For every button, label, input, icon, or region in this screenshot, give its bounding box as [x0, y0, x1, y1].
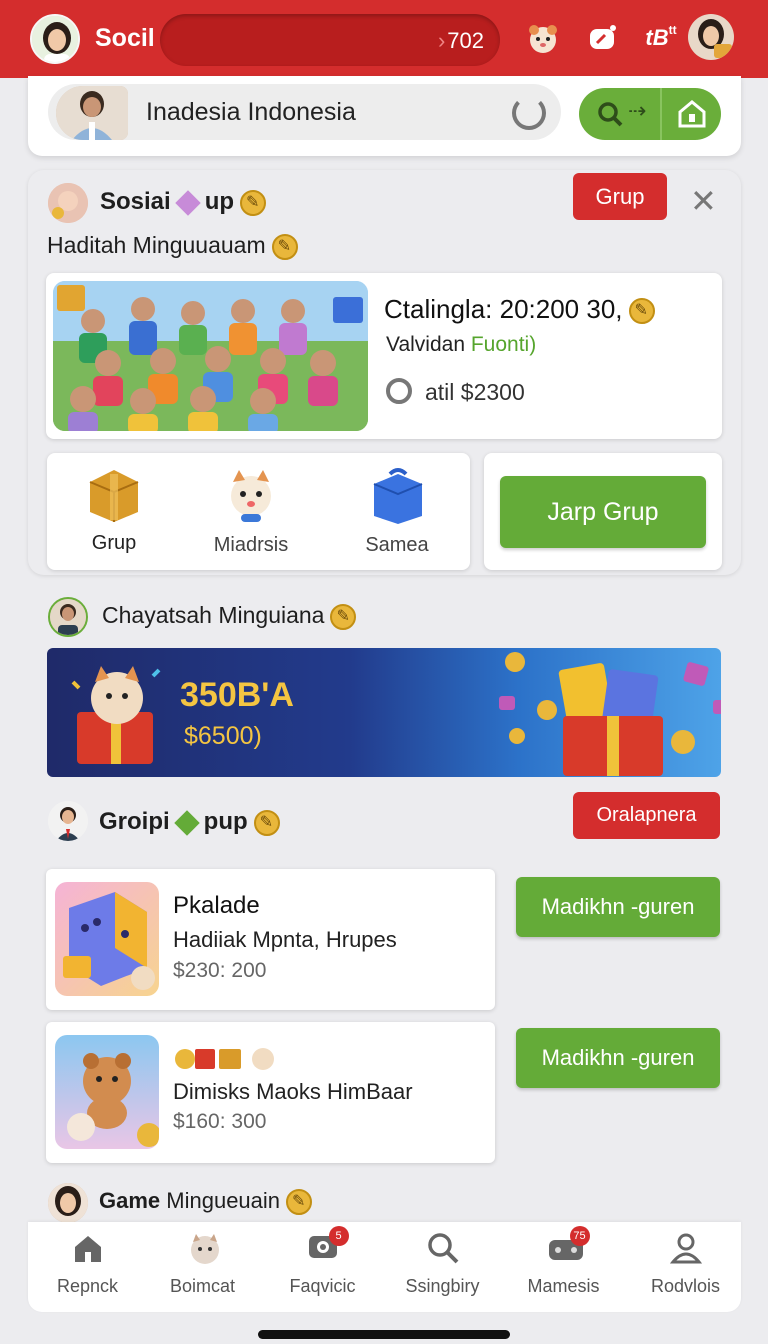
category-miadrsis[interactable]: Miadrsis — [191, 466, 311, 557]
points-counter: 702 — [447, 28, 484, 53]
app-title: Socil — [95, 24, 155, 52]
game-title: Game Mingueuain — [99, 1188, 313, 1216]
feature-subtitle: Valvidan Fuonti) — [386, 333, 537, 356]
banner-amount: 350B'A — [180, 676, 294, 714]
refresh-icon[interactable] — [512, 96, 546, 130]
search-avatar — [56, 86, 128, 140]
feature-title: Ctalingla: 20:200 30, — [384, 294, 655, 325]
nav-item-chat[interactable]: 5 Faqvicic — [263, 1226, 382, 1302]
groups-title: Groipi pup — [99, 808, 280, 836]
section-title: Sosiai up — [100, 188, 267, 216]
weekly-title: Chayatsah Minguiana — [102, 602, 357, 630]
section-subtitle: Haditah Minguuauam — [47, 232, 298, 260]
feature-price: atil $2300 — [425, 379, 525, 405]
home-indicator — [258, 1330, 510, 1339]
category-grup[interactable]: Grup — [54, 466, 174, 555]
pill-divider — [660, 88, 662, 140]
item-price: $230: 200 — [173, 959, 267, 982]
pet-icon — [187, 1232, 219, 1264]
item-desc: Hadiiak Mpnta, Hrupes — [173, 927, 397, 952]
hashtag-icon[interactable]: tB tt — [638, 18, 676, 58]
chat-icon: 5 — [307, 1226, 349, 1264]
link-icon[interactable] — [584, 18, 622, 58]
banner-subtitle: $6500) — [184, 722, 262, 750]
item-action-button[interactable]: Madikhn -guren — [516, 1028, 720, 1088]
item-name: Pkalade — [173, 892, 260, 919]
coin-icon — [253, 809, 280, 836]
home-icon — [72, 1232, 104, 1264]
gift-box-icon — [89, 470, 139, 522]
coin-icon — [271, 233, 298, 260]
group-avatar — [48, 183, 88, 223]
coin-icon — [240, 189, 267, 216]
category-samea[interactable]: Samea — [337, 466, 457, 557]
item-desc: Dimisks Maoks HimBaar — [173, 1079, 413, 1104]
coin-icon — [628, 298, 655, 325]
coin-icon — [330, 603, 357, 630]
groups-avatar — [48, 801, 88, 841]
nav-item-games[interactable]: 75 Mamesis — [504, 1226, 623, 1302]
game-avatar — [48, 1183, 88, 1223]
diamond-icon — [174, 189, 201, 216]
blue-gift-icon — [373, 468, 423, 524]
diamond-icon — [173, 809, 200, 836]
pet-icon — [231, 470, 271, 522]
item-thumbnail — [55, 882, 159, 996]
search-icon — [427, 1232, 459, 1264]
item-action-button[interactable]: Madikhn -guren — [516, 877, 720, 937]
hamster-icon[interactable] — [524, 18, 562, 58]
user-avatar-icon[interactable] — [688, 14, 734, 60]
groups-action-button[interactable]: Oralapnera — [573, 792, 720, 839]
radio-icon[interactable] — [386, 378, 412, 404]
item-thumbnail — [55, 1035, 159, 1149]
item-price: $160: 300 — [173, 1110, 267, 1133]
caret-icon: › — [437, 28, 446, 53]
game-icon: 75 — [548, 1226, 590, 1264]
nav-item-pet[interactable]: Boimcat — [143, 1232, 262, 1302]
points-pill[interactable]: ›702 — [160, 14, 500, 66]
weekly-avatar — [48, 597, 88, 637]
notification-badge: 5 — [328, 1226, 349, 1246]
search-icon[interactable] — [597, 101, 623, 127]
home-icon[interactable] — [676, 98, 708, 135]
nav-item-search[interactable]: Ssingbiry — [383, 1232, 502, 1302]
reward-banner[interactable] — [47, 648, 721, 777]
grup-button[interactable]: Grup — [573, 173, 667, 220]
coin-icon — [286, 1189, 313, 1216]
group-photo — [53, 281, 368, 431]
profile-avatar[interactable] — [30, 14, 80, 64]
close-icon[interactable]: ✕ — [690, 182, 717, 220]
arrow-icon[interactable]: ⇢ — [628, 98, 646, 124]
nav-item-home[interactable]: Repnck — [28, 1232, 147, 1302]
profile-icon — [669, 1232, 702, 1264]
item-badges — [173, 1044, 283, 1079]
nav-item-profile[interactable]: Rodvlois — [626, 1232, 745, 1302]
notification-badge: 75 — [569, 1226, 590, 1246]
join-group-button[interactable]: Jarp Grup — [500, 476, 706, 548]
search-text: Inadesia Indonesia — [146, 98, 356, 126]
